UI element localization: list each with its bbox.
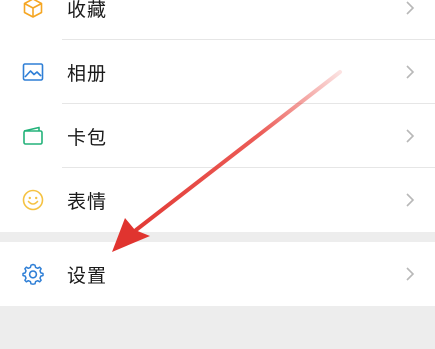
menu-item-label: 收藏 <box>67 0 108 21</box>
menu-item-settings[interactable]: 设置 <box>0 242 435 306</box>
menu-item-album[interactable]: 相册 <box>0 40 435 104</box>
chevron-right-icon <box>403 191 417 209</box>
chevron-right-icon <box>403 0 417 17</box>
menu-item-label: 表情 <box>67 190 108 213</box>
chevron-right-icon <box>403 127 417 145</box>
card-wallet-icon <box>20 123 46 149</box>
me-settings-screen: 收藏 相册 卡包 表情 设置 <box>0 0 435 349</box>
chevron-right-icon <box>403 265 417 283</box>
emoji-smiley-icon <box>20 187 46 213</box>
section-separator <box>0 232 435 242</box>
chevron-right-icon <box>403 63 417 81</box>
menu-item-label: 卡包 <box>67 126 108 149</box>
album-picture-icon <box>20 59 46 85</box>
menu-item-card-wallet[interactable]: 卡包 <box>0 104 435 168</box>
menu-group-main: 收藏 相册 卡包 表情 <box>0 0 435 232</box>
menu-item-label: 设置 <box>67 264 108 287</box>
bottom-background <box>0 306 435 349</box>
favorites-cube-icon <box>20 0 46 21</box>
settings-gear-icon <box>20 261 46 287</box>
menu-item-label: 相册 <box>67 62 108 85</box>
menu-item-emoji[interactable]: 表情 <box>0 168 435 232</box>
menu-item-favorites[interactable]: 收藏 <box>0 0 435 40</box>
menu-group-settings: 设置 <box>0 242 435 306</box>
